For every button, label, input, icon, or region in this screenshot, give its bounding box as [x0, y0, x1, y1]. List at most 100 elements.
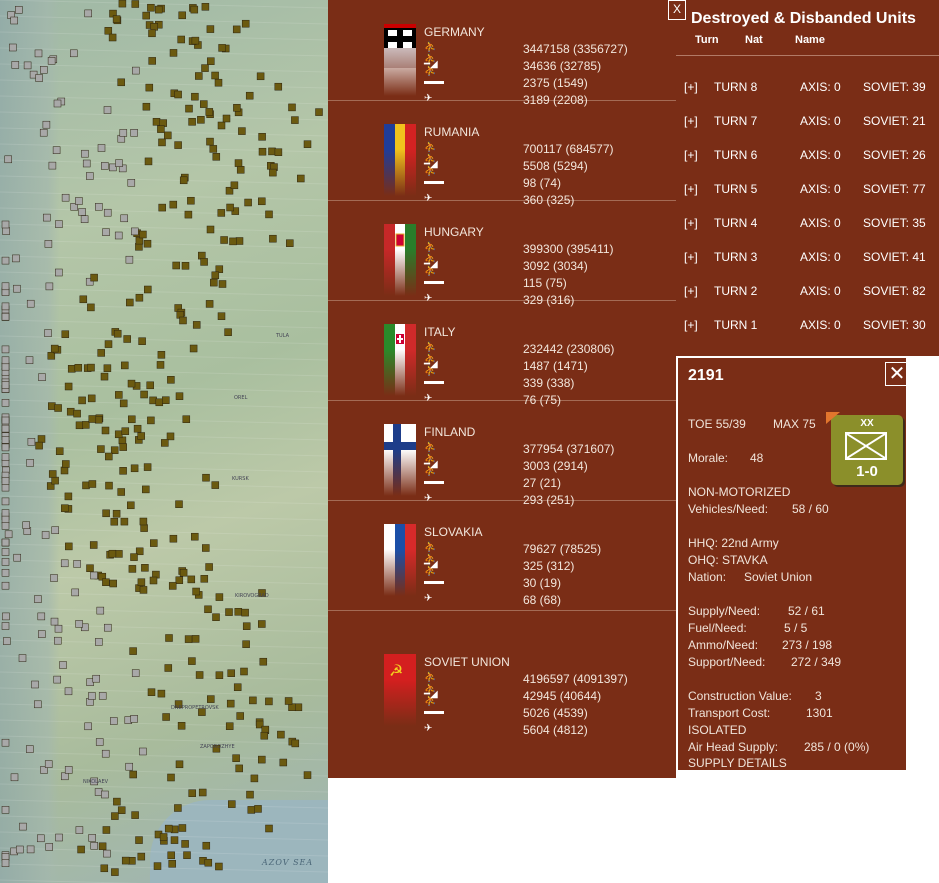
close-icon[interactable]: ✕ — [885, 362, 909, 386]
map-unit-marker — [147, 416, 155, 425]
map-unit-marker — [195, 72, 203, 80]
map-unit-marker — [54, 624, 63, 633]
turn-row[interactable]: [+] TURN 2 AXIS: 0 SOVIET: 82 — [676, 281, 939, 301]
map-unit-marker — [97, 445, 105, 453]
map-unit-marker — [256, 72, 265, 81]
map-unit-marker — [142, 485, 150, 494]
expand-toggle[interactable]: [+] — [684, 179, 698, 199]
map-unit-marker — [130, 553, 138, 561]
map-hex-overlay — [0, 0, 328, 883]
stat-row-tanks: ▬▬ 5026 (4539) — [424, 705, 644, 721]
turn-row[interactable]: [+] TURN 1 AXIS: 0 SOVIET: 30 — [676, 315, 939, 335]
map-unit-marker — [1, 509, 10, 517]
map-unit-marker — [61, 504, 69, 512]
expand-toggle[interactable]: [+] — [684, 145, 698, 165]
nation-row-finland: FINLAND ⛹⛹⛹ 377954 (371607) ━◢ 3003 (2914) ▬▬… — [328, 400, 676, 507]
turn-label: TURN 6 — [714, 148, 758, 162]
supply-details-link[interactable]: SUPPLY DETAILS — [688, 756, 787, 770]
map-unit-marker — [1, 477, 10, 485]
map-unit-marker — [179, 568, 188, 577]
column-header-nat[interactable]: Nat — [745, 34, 763, 46]
column-header-name[interactable]: Name — [795, 34, 825, 46]
map-unit-marker — [137, 852, 146, 861]
ohq[interactable]: OHQ: STAVKA — [688, 553, 768, 567]
map-unit-marker — [144, 285, 152, 294]
map-unit-marker — [162, 396, 170, 404]
map-unit-marker — [43, 213, 51, 222]
map-unit-marker — [241, 608, 249, 617]
map-unit-marker — [303, 140, 312, 148]
map-unit-marker — [13, 553, 21, 562]
stat-value-guns: 5508 (5294) — [523, 159, 588, 173]
map-unit-marker — [215, 671, 224, 679]
turn-row[interactable]: [+] TURN 4 AXIS: 0 SOVIET: 35 — [676, 213, 939, 233]
game-map[interactable]: KURSK OREL TULA DNEPROPETROVSK ZAPOROZHY… — [0, 0, 328, 883]
map-unit-marker — [246, 790, 254, 799]
stat-row-guns: ━◢ 3003 (2914) — [424, 458, 644, 474]
stat-value-guns: 34636 (32785) — [523, 59, 602, 73]
nation-row-slovakia: SLOVAKIA ⛹⛹⛹ 79627 (78525) ━◢ 325 (312) ▬▬ 30 … — [328, 500, 676, 611]
column-header-turn[interactable]: Turn — [695, 34, 719, 46]
unit-size-label: XX — [860, 418, 874, 429]
map-city-label: KIROVOGRAD — [235, 593, 269, 599]
turn-row[interactable]: [+] TURN 6 AXIS: 0 SOVIET: 26 — [676, 145, 939, 165]
turn-row[interactable]: [+] TURN 5 AXIS: 0 SOVIET: 77 — [676, 179, 939, 199]
map-unit-marker — [131, 227, 139, 236]
map-unit-marker — [226, 699, 235, 708]
map-unit-marker — [142, 11, 150, 20]
map-unit-marker — [1, 558, 10, 566]
close-icon[interactable]: X — [668, 0, 686, 20]
expand-toggle[interactable]: [+] — [684, 111, 698, 131]
map-unit-marker — [31, 680, 39, 689]
stat-value-tanks: 339 (338) — [523, 376, 575, 390]
expand-toggle[interactable]: [+] — [684, 315, 698, 335]
turn-row[interactable]: [+] TURN 3 AXIS: 0 SOVIET: 41 — [676, 247, 939, 267]
nation-name: ITALY — [424, 325, 456, 339]
map-unit-marker — [166, 432, 175, 441]
map-unit-marker — [61, 193, 70, 202]
map-unit-marker — [1, 806, 10, 814]
map-unit-marker — [55, 268, 63, 277]
expand-toggle[interactable]: [+] — [684, 77, 698, 97]
map-unit-marker — [130, 715, 138, 723]
map-unit-marker — [112, 509, 121, 518]
map-unit-marker — [227, 669, 235, 677]
expand-toggle[interactable]: [+] — [684, 247, 698, 267]
expand-toggle[interactable]: [+] — [684, 281, 698, 301]
turn-row[interactable]: [+] TURN 8 AXIS: 0 SOVIET: 39 — [676, 77, 939, 97]
map-unit-marker — [1, 569, 10, 577]
map-unit-marker — [23, 61, 32, 70]
map-unit-marker — [178, 824, 187, 832]
expand-toggle[interactable]: [+] — [684, 213, 698, 233]
infantry-icon: ⛹⛹⛹ — [424, 542, 437, 577]
unit-counter[interactable]: XX 1-0 — [826, 412, 903, 485]
map-unit-marker — [258, 620, 266, 628]
map-unit-marker — [1, 356, 10, 365]
map-unit-marker — [175, 392, 184, 400]
axis-count: AXIS: 0 — [800, 148, 841, 162]
map-unit-marker — [234, 608, 243, 616]
map-unit-marker — [269, 234, 277, 243]
map-unit-marker — [80, 215, 89, 223]
soviet-count: SOVIET: 77 — [863, 182, 926, 196]
map-unit-marker — [96, 606, 105, 615]
map-unit-marker — [158, 203, 166, 212]
nation-label: Nation: — [688, 570, 727, 584]
hhq[interactable]: HHQ: 22nd Army — [688, 536, 779, 550]
map-unit-marker — [111, 812, 119, 820]
map-unit-marker — [214, 78, 223, 87]
map-unit-marker — [103, 849, 111, 858]
map-unit-marker — [206, 25, 215, 33]
turn-row[interactable]: [+] TURN 7 AXIS: 0 SOVIET: 21 — [676, 111, 939, 131]
nation-losses-panel: GERMANY ⛹⛹⛹ 3447158 (3356727) ━◢ 34636 (3278… — [328, 0, 676, 778]
map-unit-marker — [145, 83, 154, 92]
map-unit-marker — [73, 560, 81, 568]
map-unit-marker — [132, 66, 140, 75]
map-unit-marker — [64, 492, 73, 501]
map-unit-marker — [259, 657, 268, 666]
map-unit-marker — [1, 622, 10, 630]
map-unit-marker — [90, 571, 98, 580]
stat-row-guns: ━◢ 5508 (5294) — [424, 158, 644, 174]
map-unit-marker — [117, 488, 125, 496]
map-unit-marker — [120, 517, 129, 526]
